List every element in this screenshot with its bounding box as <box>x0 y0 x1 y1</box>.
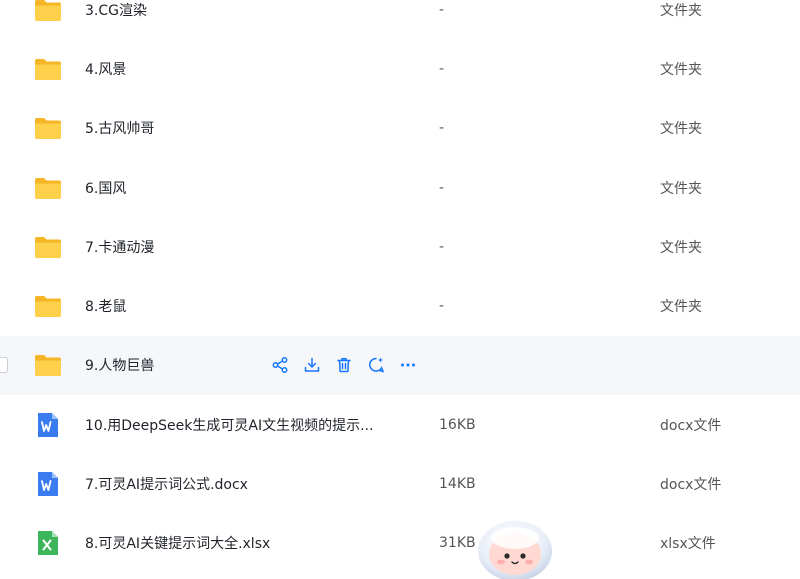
file-name[interactable]: 7.可灵AI提示词公式.docx <box>85 474 248 494</box>
file-type: 文件夹 <box>660 121 702 138</box>
download-icon[interactable] <box>303 356 321 374</box>
file-size: - <box>439 179 445 196</box>
file-row[interactable]: 4.风景 - 文件夹 <box>0 39 800 98</box>
folder-icon <box>35 355 61 377</box>
folder-icon <box>35 296 61 318</box>
file-name[interactable]: 4.风景 <box>85 59 126 79</box>
file-row[interactable]: 7.可灵AI提示词公式.docx 14KB docx文件 <box>0 454 800 513</box>
file-size: 31KB <box>439 535 476 552</box>
file-name[interactable]: 8.可灵AI关键提示词大全.xlsx <box>85 533 270 553</box>
file-name[interactable]: 6.国风 <box>85 178 126 198</box>
file-row[interactable]: 3.CG渲染 - 文件夹 <box>0 0 800 39</box>
folder-icon <box>35 236 61 258</box>
share-icon[interactable] <box>271 356 289 374</box>
row-actions <box>271 356 417 374</box>
row-checkbox[interactable] <box>0 357 8 374</box>
file-row[interactable]: 6.国风 - 文件夹 <box>0 158 800 217</box>
file-size: 14KB <box>439 476 476 493</box>
file-type: 文件夹 <box>660 180 702 197</box>
file-size: - <box>439 1 445 18</box>
file-row[interactable]: 8.可灵AI关键提示词大全.xlsx 31KB xlsx文件 <box>0 514 800 573</box>
ai-chat-icon[interactable] <box>367 356 385 374</box>
file-type: 文件夹 <box>660 2 702 19</box>
file-name[interactable]: 8.老鼠 <box>85 296 126 316</box>
excel-sheet-icon <box>38 531 58 556</box>
more-icon[interactable] <box>399 356 417 374</box>
file-type: 文件夹 <box>660 239 702 256</box>
file-name[interactable]: 9.人物巨兽 <box>85 355 154 375</box>
file-row[interactable]: 7.卡通动漫 - 文件夹 <box>0 217 800 276</box>
file-list: 3.CG渲染 - 文件夹 4.风景 - 文件夹 5.古风帅哥 - 文件夹 6.国… <box>0 0 800 573</box>
file-name[interactable]: 5.古风帅哥 <box>85 118 154 138</box>
file-size: - <box>439 298 445 315</box>
folder-icon <box>35 0 61 21</box>
file-row[interactable]: 5.古风帅哥 - 文件夹 <box>0 99 800 158</box>
file-type: docx文件 <box>660 417 722 434</box>
file-type: 文件夹 <box>660 61 702 78</box>
file-size: - <box>439 120 445 137</box>
file-size: - <box>439 60 445 77</box>
file-name[interactable]: 10.用DeepSeek生成可灵AI文生视频的提示... <box>85 415 373 435</box>
file-type: docx文件 <box>660 477 722 494</box>
folder-icon <box>35 58 61 80</box>
file-row-hovered[interactable]: 9.人物巨兽 <box>0 335 800 396</box>
file-size: - <box>439 238 445 255</box>
file-size: 16KB <box>439 416 476 433</box>
delete-icon[interactable] <box>335 356 353 374</box>
file-name[interactable]: 3.CG渲染 <box>85 0 147 20</box>
file-row[interactable]: 8.老鼠 - 文件夹 <box>0 276 800 335</box>
folder-icon <box>35 118 61 140</box>
word-doc-icon <box>38 472 58 497</box>
file-row[interactable]: 10.用DeepSeek生成可灵AI文生视频的提示... 16KB docx文件 <box>0 395 800 454</box>
file-name[interactable]: 7.卡通动漫 <box>85 237 154 257</box>
file-type: xlsx文件 <box>660 536 716 553</box>
assistant-mascot-icon[interactable] <box>474 511 556 579</box>
folder-icon <box>35 177 61 199</box>
file-type: 文件夹 <box>660 299 702 316</box>
word-doc-icon <box>38 412 58 437</box>
